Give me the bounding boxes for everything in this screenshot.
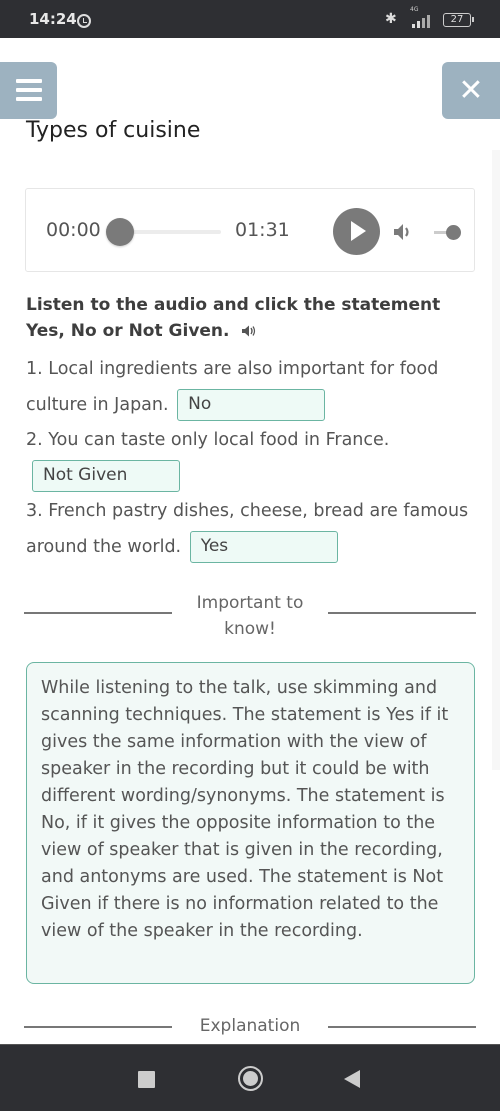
question-number: 3. [26,501,43,521]
answer-box[interactable]: No [177,389,326,421]
alarm-icon [77,14,91,28]
bluetooth-icon: ✱ [385,11,397,27]
status-bar: 14:24 ✱ 4G 27 [0,0,500,38]
explanation-heading-section: Explanation [24,1013,476,1039]
divider-line [328,1026,476,1028]
seek-handle[interactable] [106,218,134,246]
divider-line [24,1026,172,1028]
close-button[interactable]: ✕ [442,62,500,119]
recents-square-icon[interactable] [138,1071,155,1088]
status-time: 14:24 [29,10,77,28]
speaker-icon[interactable] [241,324,257,338]
current-time: 00:00 [46,219,101,241]
divider-line [328,612,476,614]
play-button[interactable] [333,208,380,255]
volume-button[interactable] [392,221,414,243]
total-time: 01:31 [235,219,290,241]
divider-line [24,612,172,614]
question-2: 2. You can taste only local food in Fran… [26,422,476,494]
menu-button[interactable] [0,62,57,119]
question-number: 1. [26,359,43,379]
scrollbar[interactable] [492,150,500,770]
page-title: Types of cuisine [26,118,201,143]
important-heading: Important to know! [196,593,304,639]
speaker-icon [394,224,409,240]
battery-icon: 27 [443,13,474,27]
home-circle-icon[interactable] [238,1066,263,1091]
audio-player: 00:00 01:31 [25,188,475,272]
close-icon: ✕ [458,73,484,108]
question-text: You can taste only local food in France. [48,430,390,450]
important-heading-section: Important to know! [24,590,476,642]
volume-slider-handle[interactable] [446,225,461,240]
navigation-bar [0,1044,500,1111]
answer-box[interactable]: Yes [189,531,338,563]
instructions: Listen to the audio and click the statem… [26,292,476,344]
signal-icon [408,12,434,28]
hamburger-menu-icon-line [16,88,42,92]
hamburger-menu-icon-line [16,97,42,101]
explanation-heading[interactable]: Explanation [180,1013,320,1039]
hamburger-menu-icon [16,79,42,83]
question-number: 2. [26,430,43,450]
answer-box[interactable]: Not Given [32,460,180,492]
question-3: 3. French pastry dishes, cheese, bread a… [26,493,476,565]
important-body: While listening to the talk, use skimmin… [41,678,449,941]
instructions-text: Listen to the audio and click the statem… [26,295,441,341]
important-info-box: While listening to the talk, use skimmin… [26,662,475,984]
question-1: 1. Local ingredients are also important … [26,351,476,423]
back-triangle-icon[interactable] [344,1070,360,1088]
